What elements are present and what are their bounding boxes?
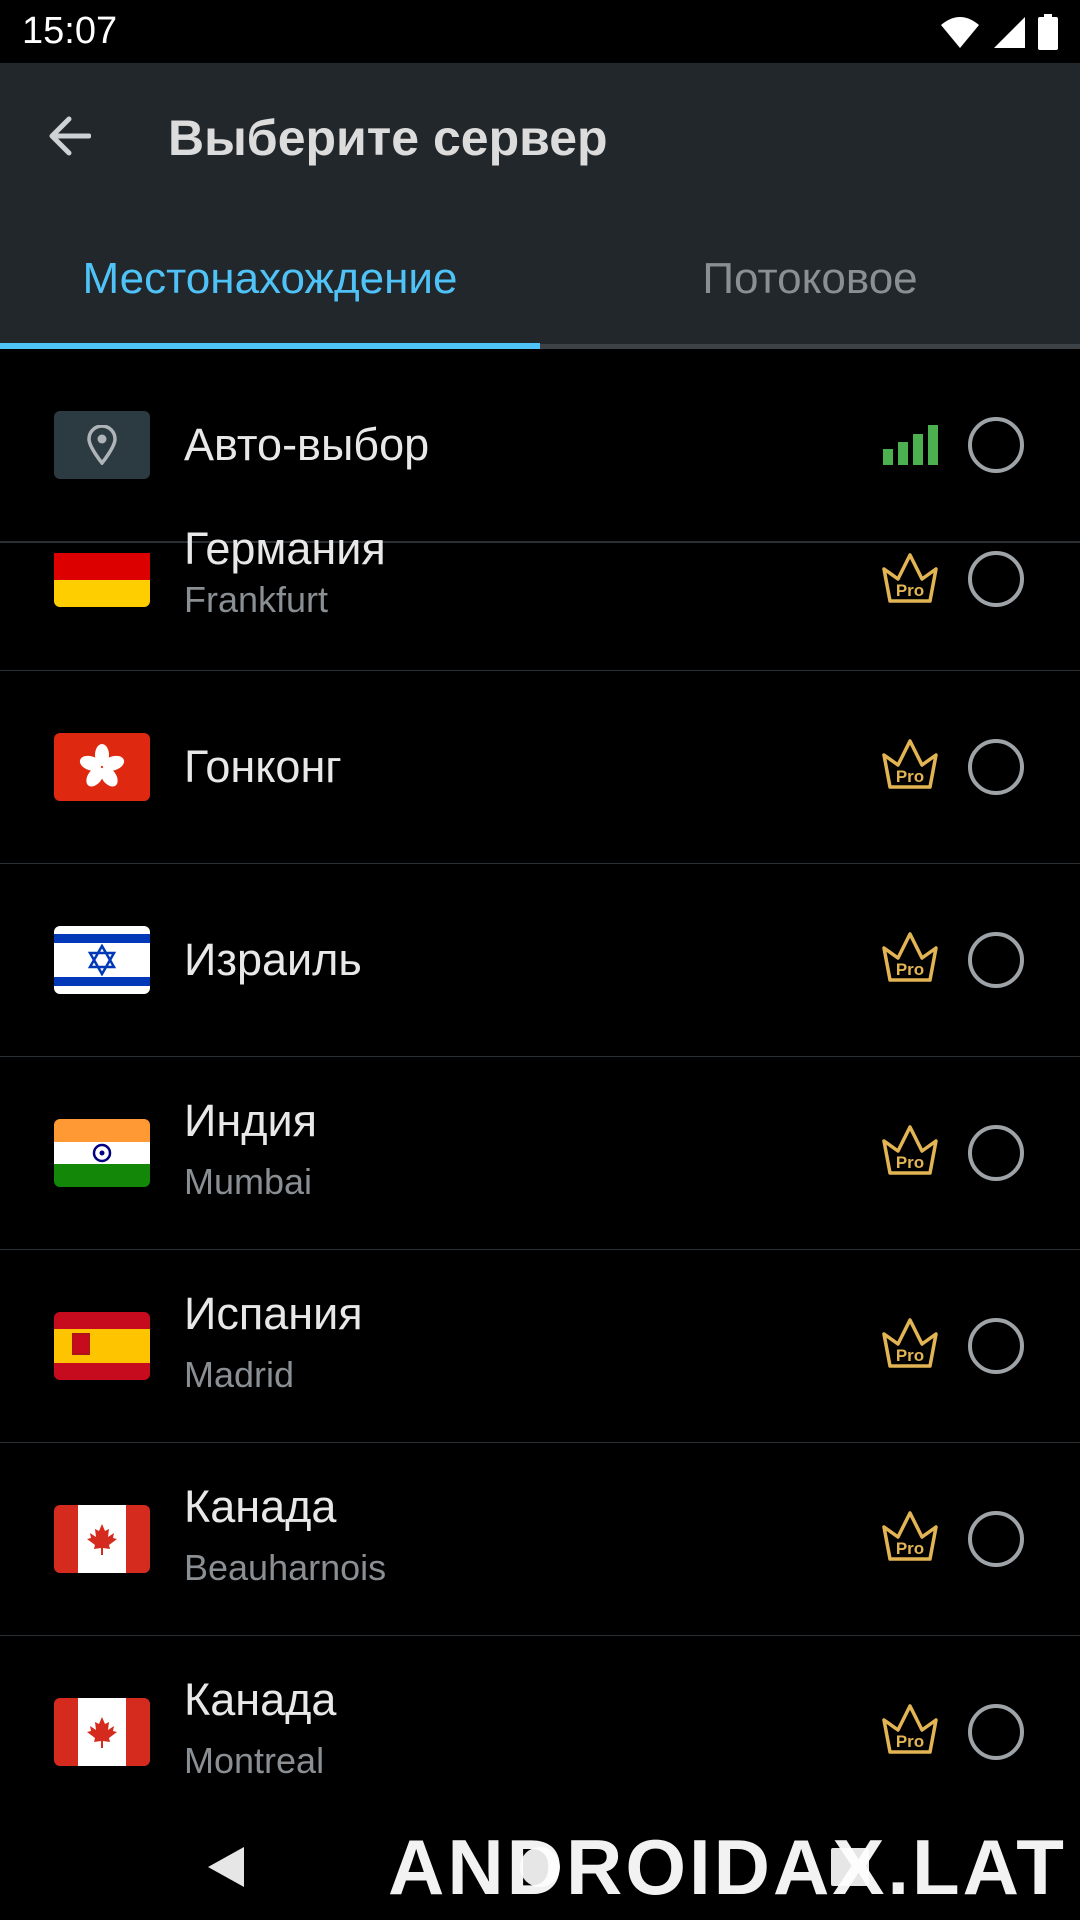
svg-text:Pro: Pro <box>896 1732 924 1751</box>
svg-text:Pro: Pro <box>896 767 924 786</box>
status-time: 15:07 <box>22 10 118 52</box>
wifi-icon <box>941 17 979 48</box>
es-flag-icon <box>54 1312 150 1380</box>
server-country: Гонконг <box>184 741 342 792</box>
watermark-text: ANDROIDAX.LAT <box>388 1823 1067 1911</box>
ca-flag-icon <box>54 1505 150 1573</box>
battery-icon <box>1038 14 1058 50</box>
il-flag-icon <box>54 926 150 994</box>
arrow-back-icon <box>49 116 91 156</box>
svg-text:Pro: Pro <box>896 1539 924 1558</box>
list-item-server[interactable]: Гонконг Pro <box>0 671 1080 864</box>
server-city: Madrid <box>184 1354 295 1395</box>
list-item-server[interactable]: Индия Mumbai Pro <box>0 1057 1080 1250</box>
svg-text:Pro: Pro <box>896 1346 924 1365</box>
status-icons <box>940 12 1058 52</box>
page-title: Выберите сервер <box>168 110 608 166</box>
radio-button[interactable] <box>968 1125 1024 1181</box>
svg-text:Pro: Pro <box>896 1153 924 1172</box>
svg-text:Pro: Pro <box>896 960 924 979</box>
ca-flag-icon <box>54 1698 150 1766</box>
location-pin-icon <box>54 411 150 479</box>
pro-crown-icon: Pro <box>882 1125 938 1175</box>
app-toolbar: Выберите сервер <box>0 63 1080 209</box>
server-country: Израиль <box>184 934 362 985</box>
radio-button[interactable] <box>968 739 1024 795</box>
server-city: Mumbai <box>184 1161 313 1202</box>
server-country: Испания <box>184 1288 363 1339</box>
server-country: Индия <box>184 1095 317 1146</box>
pro-crown-icon: Pro <box>882 932 938 982</box>
server-city: Beauharnois <box>184 1547 387 1588</box>
status-bar: 15:07 <box>0 0 1080 63</box>
radio-button[interactable] <box>968 551 1024 607</box>
de-flag-icon <box>54 543 150 607</box>
in-flag-icon <box>54 1119 150 1187</box>
radio-button[interactable] <box>968 1704 1024 1760</box>
list-item-server[interactable]: Израиль Pro <box>0 864 1080 1057</box>
server-country: Канада <box>184 1481 337 1532</box>
list-item-server[interactable]: Канада Beauharnois Pro <box>0 1443 1080 1636</box>
list-item-server[interactable]: Германия Frankfurt Pro <box>0 523 1080 671</box>
server-country: Канада <box>184 1674 337 1725</box>
pro-crown-icon: Pro <box>882 1511 938 1561</box>
nav-back-button[interactable] <box>196 1837 256 1897</box>
pro-crown-icon: Pro <box>882 1318 938 1368</box>
list-item-server[interactable]: Испания Madrid Pro <box>0 1250 1080 1443</box>
tab-location[interactable]: Местонахождение <box>0 209 540 349</box>
radio-button[interactable] <box>968 1511 1024 1567</box>
hk-flag-icon <box>54 733 150 801</box>
radio-button[interactable] <box>968 932 1024 988</box>
svg-text:Pro: Pro <box>896 581 924 600</box>
list-item-label: Авто-выбор <box>184 419 430 470</box>
list-item-auto-select[interactable]: Авто-выбор <box>0 349 1080 542</box>
triangle-back-icon <box>208 1847 244 1887</box>
radio-button[interactable] <box>968 1318 1024 1374</box>
tab-streaming[interactable]: Потоковое <box>540 209 1080 349</box>
radio-button[interactable] <box>968 417 1024 473</box>
server-city: Frankfurt <box>184 579 329 620</box>
server-city: Montreal <box>184 1740 325 1781</box>
list-item-server[interactable]: Канада Montreal Pro <box>0 1636 1080 1809</box>
pro-crown-icon: Pro <box>882 1704 938 1754</box>
tab-bar: Местонахождение Потоковое <box>0 209 1080 349</box>
cell-signal-icon <box>994 17 1025 48</box>
pro-crown-icon: Pro <box>882 553 938 603</box>
server-list[interactable]: Авто-выбор Германия Frankfurt Pro Гонкон… <box>0 349 1080 1809</box>
back-button[interactable] <box>36 103 102 169</box>
signal-strength-icon <box>883 425 938 465</box>
pro-crown-icon: Pro <box>882 739 938 789</box>
server-country: Германия <box>184 523 386 574</box>
